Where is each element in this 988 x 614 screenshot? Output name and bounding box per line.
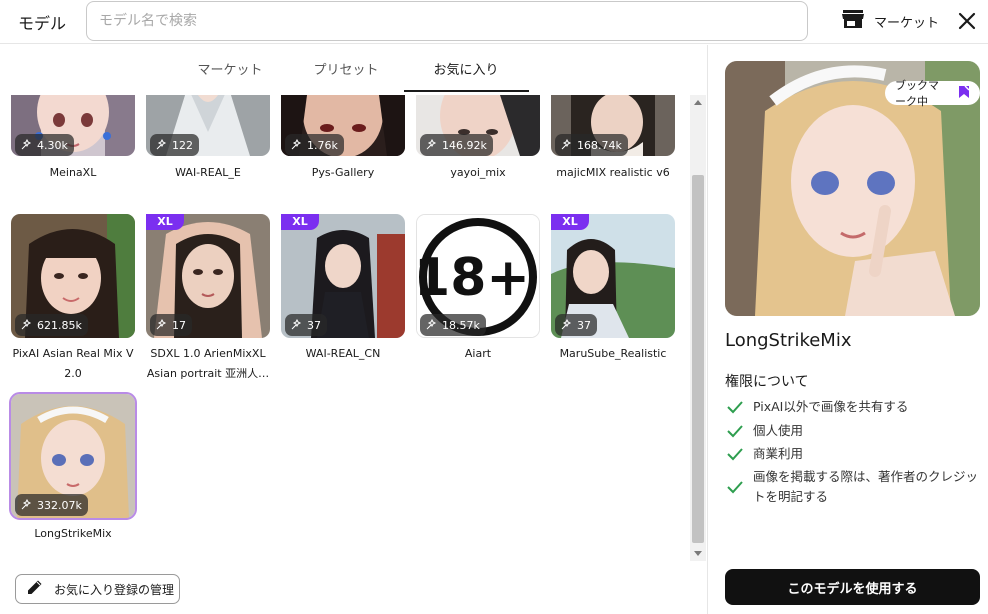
check-icon <box>725 444 745 464</box>
use-model-button[interactable]: このモデルを使用する <box>725 569 980 605</box>
permission-text: 個人使用 <box>753 423 804 438</box>
sparkle-icon <box>426 138 438 153</box>
xl-badge: XL <box>551 214 589 230</box>
scroll-down-button[interactable] <box>690 545 706 561</box>
usage-count-badge: 621.85k <box>15 314 88 336</box>
scrollbar[interactable] <box>690 95 706 561</box>
check-icon <box>725 477 745 497</box>
pencil-icon <box>26 578 44 600</box>
model-name: LongStrikeMix <box>34 527 112 540</box>
scrollbar-thumb[interactable] <box>692 175 704 543</box>
usage-count: 37 <box>577 318 591 332</box>
check-icon <box>725 421 745 441</box>
sparkle-icon <box>561 318 573 333</box>
market-button[interactable]: マーケット <box>842 8 939 34</box>
usage-count-badge: 122 <box>150 134 199 156</box>
bookmark-badge[interactable]: ブックマーク中 <box>885 79 980 108</box>
model-name: WAI-REAL_CN <box>305 347 381 360</box>
model-name: WAI-REAL_E <box>175 166 241 179</box>
age-restricted-logo: 18+ <box>417 248 530 308</box>
model-name: Pys-Gallery <box>311 166 375 179</box>
model-name-line: SDXL 1.0 ArienMixXL <box>150 347 266 360</box>
close-icon <box>958 12 976 30</box>
sparkle-icon <box>561 138 573 153</box>
model-name-line: PixAI Asian Real Mix V <box>12 347 134 360</box>
permission-text: 商業利用 <box>753 446 804 461</box>
bookmark-icon <box>958 85 970 102</box>
tab-bar: マーケット プリセット お気に入り <box>0 45 706 93</box>
usage-count-badge: 37 <box>555 314 597 336</box>
caret-up-icon <box>694 100 702 105</box>
market-button-label: マーケット <box>874 15 940 31</box>
permission-item: 画像を掲載する際は、著作者のクレジットを明記する <box>725 467 980 507</box>
tab-presets[interactable]: プリセット <box>296 59 396 78</box>
usage-count-badge: 4.30k <box>15 134 74 156</box>
xl-badge: XL <box>281 214 319 230</box>
permission-item: 個人使用 <box>725 421 975 441</box>
model-name-line: Asian portrait 亚洲人… <box>146 367 270 380</box>
sparkle-icon <box>21 498 33 513</box>
page-title: モデル <box>18 14 67 33</box>
usage-count: 1.76k <box>307 138 338 152</box>
usage-count: 146.92k <box>442 138 487 152</box>
sparkle-icon <box>291 318 303 333</box>
usage-count-badge: 146.92k <box>420 134 493 156</box>
usage-count-badge: 168.74k <box>555 134 628 156</box>
usage-count: 332.07k <box>37 498 82 512</box>
sparkle-icon <box>426 318 438 333</box>
sparkle-icon <box>21 138 33 153</box>
permission-text: 画像を掲載する際は、著作者のクレジットを明記する <box>753 469 979 504</box>
model-name: PixAI Asian Real Mix V 2.0 <box>5 344 141 384</box>
usage-count: 4.30k <box>37 138 68 152</box>
usage-count: 122 <box>172 138 193 152</box>
usage-count: 18.57k <box>442 318 480 332</box>
model-grid: 4.30k MeinaXL 122 WAI-REAL_E 1.76k Pys-G… <box>0 95 690 565</box>
permissions-title: 権限について <box>725 374 809 390</box>
check-icon <box>725 397 745 417</box>
usage-count: 168.74k <box>577 138 622 152</box>
detail-model-name: LongStrikeMix <box>725 330 852 351</box>
usage-count: 621.85k <box>37 318 82 332</box>
xl-badge: XL <box>146 214 184 230</box>
model-name: yayoi_mix <box>450 166 506 179</box>
sparkle-icon <box>291 138 303 153</box>
usage-count: 37 <box>307 318 321 332</box>
usage-count-badge: 18.57k <box>420 314 486 336</box>
model-name-line: 2.0 <box>64 367 82 380</box>
tab-favorites[interactable]: お気に入り <box>416 59 516 78</box>
permission-item: PixAI以外で画像を共有する <box>725 397 975 417</box>
manage-favorites-button[interactable]: お気に入り登録の管理 <box>15 574 180 604</box>
model-detail-panel: ブックマーク中 LongStrikeMix 権限について PixAI以外で画像を… <box>707 45 988 614</box>
usage-count-badge: 37 <box>285 314 327 336</box>
permission-item: 商業利用 <box>725 444 975 464</box>
sparkle-icon <box>156 138 168 153</box>
sparkle-icon <box>156 318 168 333</box>
model-name: MaruSube_Realistic <box>559 347 667 360</box>
bookmark-label: ブックマーク中 <box>895 79 939 108</box>
active-tab-indicator <box>404 90 529 92</box>
usage-count-badge: 1.76k <box>285 134 344 156</box>
model-preview-image: ブックマーク中 <box>725 61 980 316</box>
sparkle-icon <box>21 318 33 333</box>
usage-count: 17 <box>172 318 186 332</box>
usage-count-badge: 332.07k <box>15 494 88 516</box>
manage-favorites-label: お気に入り登録の管理 <box>54 582 175 597</box>
close-button[interactable] <box>955 9 979 33</box>
caret-down-icon <box>694 551 702 556</box>
model-name: MeinaXL <box>49 166 97 179</box>
scroll-up-button[interactable] <box>690 95 706 111</box>
header-bar: モデル マーケット <box>0 0 988 44</box>
model-name: Aiart <box>464 347 492 360</box>
model-name: SDXL 1.0 ArienMixXL Asian portrait 亚洲人… <box>140 344 276 384</box>
usage-count-badge: 17 <box>150 314 192 336</box>
search-input[interactable] <box>86 1 808 41</box>
permission-text: PixAI以外で画像を共有する <box>753 399 909 414</box>
store-icon <box>842 9 864 33</box>
tab-market[interactable]: マーケット <box>180 59 280 78</box>
model-name: majicMIX realistic v6 <box>556 166 670 179</box>
